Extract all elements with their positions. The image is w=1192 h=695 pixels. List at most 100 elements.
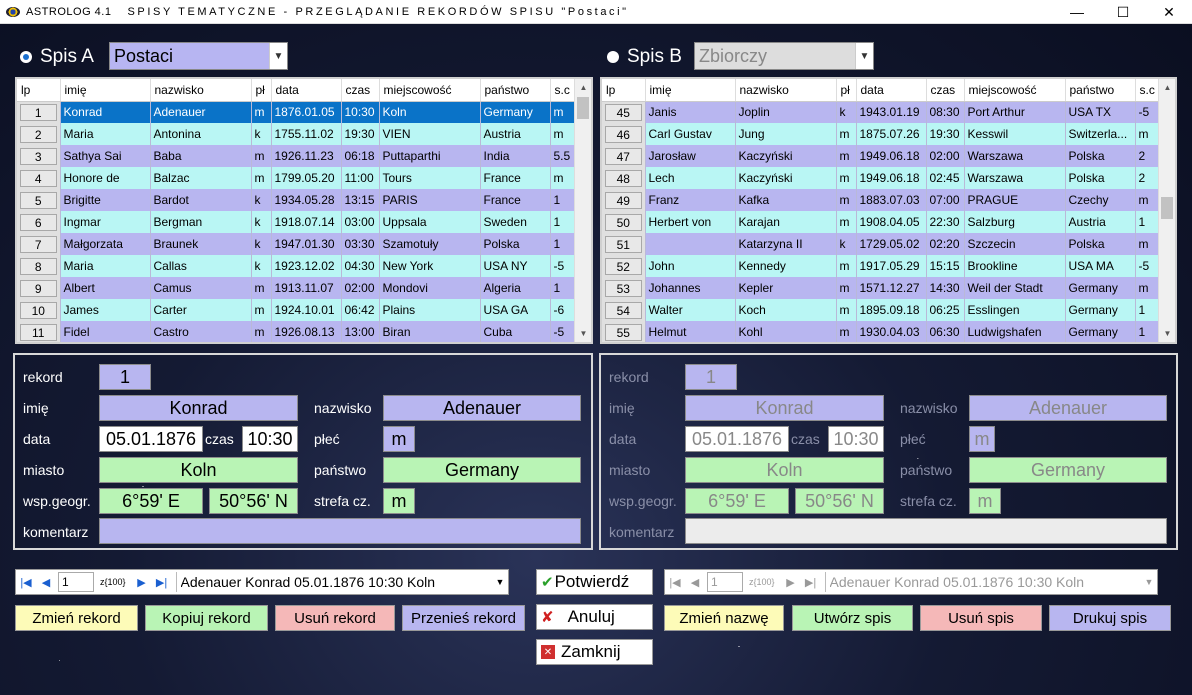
column-header[interactable]: czas [341,79,380,102]
table-cell[interactable]: Jarosław [645,145,736,167]
table-cell[interactable]: 06:42 [341,299,380,321]
row-number[interactable]: 4 [20,169,57,187]
table-cell[interactable]: USA NY [480,255,551,277]
table-cell[interactable]: m [251,167,272,189]
zamknij-button[interactable]: ✕ Zamknij [536,639,653,665]
table-cell[interactable]: Warszawa [964,145,1066,167]
table-cell[interactable]: 1923.12.02 [271,255,342,277]
table-cell[interactable]: Germany [1065,321,1136,342]
first-record-icon[interactable]: |◀ [16,576,36,589]
table-cell[interactable]: m [836,299,857,321]
table-cell[interactable]: k [251,189,272,211]
column-header[interactable]: nazwisko [150,79,252,102]
table-cell[interactable]: Kesswil [964,123,1066,145]
next-record-icon[interactable]: ▶ [132,576,152,589]
table-cell[interactable]: 51 [602,233,646,255]
table-cell[interactable]: 1 [550,189,577,211]
przenies-rekord-button[interactable]: Przenieś rekord [402,605,525,631]
table-cell[interactable]: 5 [17,189,61,211]
table-cell[interactable]: 07:00 [926,189,965,211]
table-cell[interactable]: Switzerla... [1065,123,1136,145]
table-row[interactable]: 52 John Kennedy m 1917.05.29 15:15 Brookline US… [602,255,1162,277]
prev-record-icon[interactable]: ◀ [685,576,705,589]
row-number[interactable]: 54 [605,301,642,319]
table-cell[interactable]: Fidel [60,321,151,342]
table-cell[interactable]: Brookline [964,255,1066,277]
strefa-field[interactable]: m [969,488,1001,514]
row-number[interactable]: 52 [605,257,642,275]
row-number[interactable]: 47 [605,147,642,165]
table-cell[interactable]: 1 [550,211,577,233]
table-cell[interactable]: -5 [550,321,577,342]
table-row[interactable]: 6 Ingmar Bergman k 1918.07.14 03:00 Uppsala Swe… [17,211,577,233]
column-header[interactable]: państwo [1065,79,1136,102]
table-row[interactable]: 49 Franz Kafka m 1883.07.03 07:00 PRAGUE Czechy… [602,189,1162,211]
imie-field[interactable]: Konrad [99,395,298,421]
table-cell[interactable]: PRAGUE [964,189,1066,211]
table-cell[interactable]: 15:15 [926,255,965,277]
latitude-field[interactable]: 50°56' N [209,488,298,514]
table-cell[interactable]: Kohl [735,321,837,342]
table-cell[interactable]: 8 [17,255,61,277]
drukuj-spis-button[interactable]: Drukuj spis [1049,605,1171,631]
table-cell[interactable]: James [60,299,151,321]
table-row[interactable]: 4 Honore de Balzac m 1799.05.20 11:00 Tours Fra… [17,167,577,189]
table-cell[interactable]: Braunek [150,233,252,255]
table-cell[interactable]: 1926.11.23 [271,145,342,167]
table-cell[interactable]: 1571.12.27 [856,277,927,299]
table-cell[interactable]: Bardot [150,189,252,211]
page-input[interactable]: 1 [58,572,94,592]
table-cell[interactable]: m [251,277,272,299]
table-cell[interactable]: Algeria [480,277,551,299]
table-cell[interactable]: Polska [480,233,551,255]
table-cell[interactable]: m [836,277,857,299]
table-cell[interactable]: 5.5 [550,145,577,167]
table-cell[interactable]: 1917.05.29 [856,255,927,277]
table-row[interactable]: 50 Herbert von Karajan m 1908.04.05 22:30 Salz… [602,211,1162,233]
plec-field[interactable]: m [969,426,995,452]
row-number[interactable]: 51 [605,235,642,253]
table-cell[interactable]: Germany [480,101,551,123]
chevron-down-icon[interactable]: ▼ [269,43,287,69]
table-cell[interactable]: 1799.05.20 [271,167,342,189]
table-cell[interactable]: Albert [60,277,151,299]
table-cell[interactable]: Callas [150,255,252,277]
column-header[interactable]: lp [17,79,61,102]
table-cell[interactable]: Kaczyński [735,167,837,189]
table-row[interactable]: 54 Walter Koch m 1895.09.18 06:25 Esslingen Ger… [602,299,1162,321]
table-cell[interactable]: Port Arthur [964,101,1066,123]
latitude-field[interactable]: 50°56' N [795,488,884,514]
table-cell[interactable]: Kaczyński [735,145,837,167]
table-cell[interactable]: Walter [645,299,736,321]
table-cell[interactable]: Sweden [480,211,551,233]
table-cell[interactable]: m [836,167,857,189]
table-cell[interactable]: Joplin [735,101,837,123]
table-cell[interactable]: m [251,299,272,321]
row-number[interactable]: 2 [20,125,57,143]
table-cell[interactable]: 1883.07.03 [856,189,927,211]
row-number[interactable]: 7 [20,235,57,253]
table-cell[interactable]: 53 [602,277,646,299]
table-cell[interactable]: VIEN [379,123,481,145]
table-cell[interactable]: 10 [17,299,61,321]
last-record-icon[interactable]: ▶| [152,576,172,589]
longitude-field[interactable]: 6°59' E [99,488,203,514]
plec-field[interactable]: m [383,426,415,452]
table-row[interactable]: 9 Albert Camus m 1913.11.07 02:00 Mondovi Alger… [17,277,577,299]
data-field[interactable]: 05.01.1876 [685,426,789,452]
table-cell[interactable]: Camus [150,277,252,299]
scroll-down-icon[interactable]: ▼ [1159,325,1175,342]
table-cell[interactable]: k [251,123,272,145]
table-cell[interactable]: Kennedy [735,255,837,277]
table-cell[interactable]: 1943.01.19 [856,101,927,123]
table-cell[interactable]: Mondovi [379,277,481,299]
table-row[interactable]: 3 Sathya Sai Baba m 1926.11.23 06:18 Puttapart… [17,145,577,167]
table-cell[interactable]: 19:30 [926,123,965,145]
table-cell[interactable]: 02:00 [341,277,380,299]
table-cell[interactable]: m [836,123,857,145]
row-number[interactable]: 10 [20,301,57,319]
scroll-up-icon[interactable]: ▲ [575,79,591,96]
table-cell[interactable]: -6 [550,299,577,321]
table-cell[interactable]: Honore de [60,167,151,189]
minimize-button[interactable]: — [1054,0,1100,24]
